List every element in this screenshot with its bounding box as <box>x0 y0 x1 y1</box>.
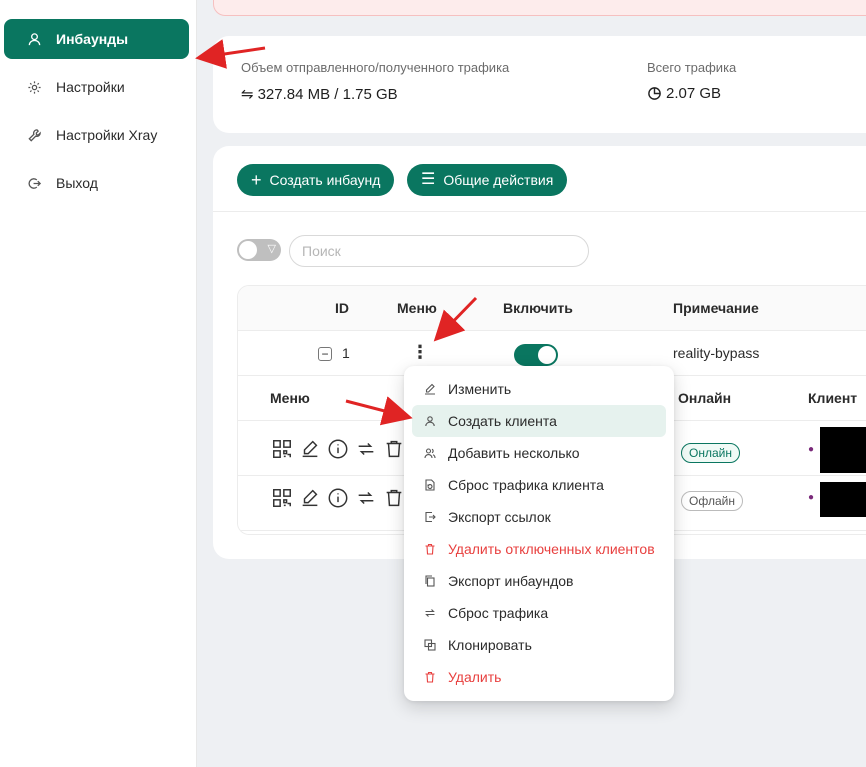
inbound-note: reality-bypass <box>673 345 760 361</box>
menu-item-reset-traffic[interactable]: Сброс трафика <box>412 597 666 629</box>
menu-item-label: Экспорт ссылок <box>448 509 551 525</box>
client-actions <box>270 486 405 509</box>
retweet-icon[interactable] <box>354 486 377 509</box>
menu-item-reset-client-traffic[interactable]: Сброс трафика клиента <box>412 469 666 501</box>
qr-code-icon[interactable] <box>270 486 293 509</box>
copy-icon <box>424 575 436 587</box>
enable-switch[interactable] <box>514 344 558 366</box>
edit-icon[interactable] <box>298 486 321 509</box>
file-reset-icon <box>424 479 436 491</box>
sidebar-item-label: Настройки <box>56 79 125 95</box>
trash-icon <box>424 543 436 555</box>
general-actions-label: Общие действия <box>443 172 554 188</box>
sidebar: Инбаунды Настройки Настройки Xray Выход <box>0 0 197 767</box>
info-icon[interactable] <box>326 486 349 509</box>
menu-item-label: Удалить отключенных клиентов <box>448 541 655 557</box>
trash-icon[interactable] <box>382 437 405 460</box>
client-email-redacted <box>820 482 866 517</box>
client-dot: ● <box>808 492 815 503</box>
menu-item-edit[interactable]: Изменить <box>412 373 666 405</box>
row-dropdown-menu: Изменить Создать клиента Добавить нескол… <box>404 366 674 701</box>
create-inbound-button[interactable]: + Создать инбаунд <box>237 164 395 196</box>
menu-item-label: Экспорт инбаундов <box>448 573 574 589</box>
status-badge: Офлайн <box>681 491 743 511</box>
client-actions <box>270 437 405 460</box>
search-input[interactable] <box>289 235 589 267</box>
client-email-redacted <box>820 427 866 473</box>
sidebar-item-logout[interactable]: Выход <box>4 163 189 203</box>
menu-item-label: Создать клиента <box>448 413 557 429</box>
collapse-row-button[interactable]: − <box>318 347 332 361</box>
column-menu: Меню <box>397 300 437 316</box>
clone-icon <box>424 639 436 651</box>
menu-item-delete-disabled-clients[interactable]: Удалить отключенных клиентов <box>412 533 666 565</box>
sidebar-item-label: Выход <box>56 175 98 191</box>
menu-item-label: Клонировать <box>448 637 532 653</box>
menu-item-export-inbounds[interactable]: Экспорт инбаундов <box>412 565 666 597</box>
sidebar-item-xray-settings[interactable]: Настройки Xray <box>4 115 189 155</box>
toggle-knob <box>239 241 257 259</box>
sidebar-item-label: Инбаунды <box>56 31 129 47</box>
menu-item-export-links[interactable]: Экспорт ссылок <box>412 501 666 533</box>
column-client-menu: Меню <box>270 390 310 406</box>
swap-icon: ⇋ <box>241 86 254 103</box>
export-icon <box>424 511 436 523</box>
row-menu-button[interactable]: ⋮ <box>411 343 429 361</box>
edit-icon <box>424 383 436 395</box>
filter-toggle[interactable]: ▽ <box>237 239 281 261</box>
users-icon <box>424 447 436 459</box>
column-enable: Включить <box>503 300 573 316</box>
divider <box>213 211 866 212</box>
total-traffic-label: Всего трафика <box>647 60 737 75</box>
menu-item-label: Добавить несколько <box>448 445 580 461</box>
stats-card: Объем отправленного/полученного трафика … <box>213 36 866 133</box>
sidebar-item-settings[interactable]: Настройки <box>4 67 189 107</box>
inbound-id: 1 <box>342 345 350 361</box>
trash-icon[interactable] <box>382 486 405 509</box>
total-traffic-value: 2.07 GB <box>647 85 721 102</box>
alert-banner <box>213 0 866 16</box>
traffic-value: ⇋ 327.84 MB / 1.75 GB <box>241 85 398 104</box>
column-online: Онлайн <box>678 390 732 406</box>
logout-icon <box>26 175 42 191</box>
client-dot: ● <box>808 444 815 455</box>
sidebar-item-label: Настройки Xray <box>56 127 158 143</box>
retweet-icon[interactable] <box>354 437 377 460</box>
menu-item-create-client[interactable]: Создать клиента <box>412 405 666 437</box>
menu-item-label: Сброс трафика <box>448 605 549 621</box>
menu-item-add-bulk[interactable]: Добавить несколько <box>412 437 666 469</box>
pie-chart-icon <box>647 86 662 101</box>
total-traffic-value-text: 2.07 GB <box>666 85 722 102</box>
retweet-icon <box>424 607 436 619</box>
traffic-value-text: 327.84 MB / 1.75 GB <box>257 85 398 103</box>
traffic-label: Объем отправленного/полученного трафика <box>241 60 510 75</box>
create-inbound-label: Создать инбаунд <box>269 172 381 188</box>
filter-icon: ▽ <box>267 243 276 255</box>
switch-knob <box>538 346 556 364</box>
table-header: ID Меню Включить Примечание <box>238 286 866 331</box>
plus-icon: + <box>251 170 262 190</box>
user-icon <box>26 31 42 47</box>
menu-item-clone[interactable]: Клонировать <box>412 629 666 661</box>
menu-item-delete[interactable]: Удалить <box>412 661 666 693</box>
general-actions-button[interactable]: ☰ Общие действия <box>407 164 568 196</box>
user-icon <box>424 415 436 427</box>
trash-icon <box>424 671 436 683</box>
menu-item-label: Сброс трафика клиента <box>448 477 604 493</box>
column-client: Клиент <box>808 390 858 406</box>
qr-code-icon[interactable] <box>270 437 293 460</box>
wrench-icon <box>26 127 42 143</box>
menu-icon: ☰ <box>421 171 436 188</box>
menu-item-label: Изменить <box>448 381 512 397</box>
sidebar-item-inbounds[interactable]: Инбаунды <box>4 19 189 59</box>
column-id: ID <box>335 300 349 316</box>
edit-icon[interactable] <box>298 437 321 460</box>
status-badge: Онлайн <box>681 443 740 463</box>
column-note: Примечание <box>673 300 759 316</box>
gear-icon <box>26 79 42 95</box>
menu-item-label: Удалить <box>448 669 502 685</box>
info-icon[interactable] <box>326 437 349 460</box>
